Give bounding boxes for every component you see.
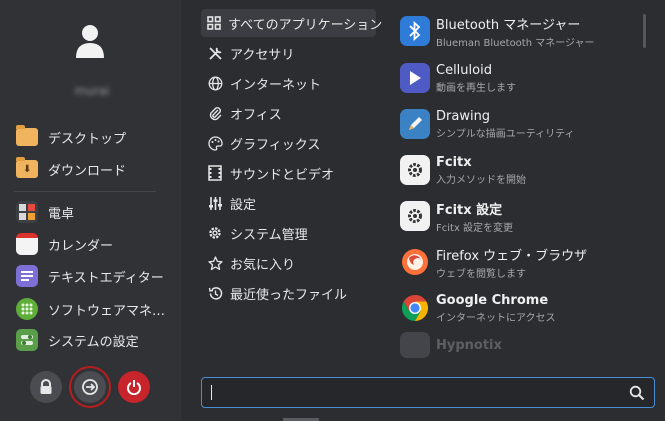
film-icon [207,165,223,181]
category-label: お気に入り [230,257,296,273]
download-folder-icon: ⬇ [16,157,38,178]
user-name: murai [74,84,110,98]
category-label: インターネット [230,77,322,93]
search-input[interactable] [216,385,629,400]
app-drawing[interactable]: Drawing シンプルな描画ユーティリティ [400,104,640,144]
app-bluetooth-manager[interactable]: Bluetooth マネージャー Blueman Bluetooth マネージャ… [400,11,640,51]
calendar-icon [16,233,38,255]
category-sound-video[interactable]: サウンドとビデオ [201,159,376,187]
app-name: Firefox ウェブ・ブラウザ [436,248,588,264]
app-description: シンプルな描画ユーティリティ [436,128,575,140]
calculator-icon [16,201,38,223]
user-avatar-icon [76,25,104,58]
star-icon [207,255,223,271]
search-box[interactable] [201,377,655,408]
app-hypnotix[interactable]: Hypnotix [400,332,640,358]
fcitx-icon [400,155,430,185]
divider [14,191,156,192]
drawing-icon [400,109,430,139]
bluetooth-icon [400,16,430,46]
app-description: インターネットにアクセス [436,312,556,324]
app-name: Celluloid [436,62,492,78]
app-name: Google Chrome [436,292,549,308]
app-name: Bluetooth マネージャー [436,17,581,33]
favorite-label: カレンダー [48,238,114,254]
sliders-icon [207,195,223,211]
app-description: Fcitx 設定を変更 [436,222,514,234]
fcitx-config-icon [400,201,430,231]
category-label: すべてのアプリケーション [228,17,383,33]
favorite-label: テキストエディター [48,270,164,286]
app-description: ウェブを閲覧します [436,268,526,280]
favorite-software-manager[interactable]: ソフトウェアマネ… [16,295,176,323]
favorite-label: 電卓 [48,206,75,222]
app-description: Blueman Bluetooth マネージャー [436,37,595,49]
place-downloads[interactable]: ⬇ ダウンロード [16,155,176,183]
software-manager-icon [16,298,38,320]
app-name: Fcitx [436,154,472,170]
logout-icon [82,379,98,395]
app-google-chrome[interactable]: Google Chrome インターネットにアクセス [400,288,640,328]
celluloid-icon [400,63,430,93]
power-icon [127,380,141,395]
favorite-label: ソフトウェアマネ… [48,303,166,319]
app-description: 動画を再生します [436,82,516,94]
chrome-icon [400,293,430,323]
category-label: 設定 [230,197,257,213]
category-all-applications[interactable]: すべてのアプリケーション [201,9,382,37]
text-caret [211,385,212,400]
category-accessories[interactable]: アクセサリ [201,39,376,67]
lock-screen-button[interactable] [30,371,62,403]
favorite-calendar[interactable]: カレンダー [16,230,176,258]
category-internet[interactable]: インターネット [201,69,376,97]
category-favorites[interactable]: お気に入り [201,249,376,277]
lock-icon [40,379,52,394]
firefox-icon [400,247,430,277]
category-label: オフィス [230,107,282,123]
place-label: ダウンロード [48,163,127,179]
place-label: デスクトップ [48,131,127,147]
tools-icon [207,45,223,61]
grid-icon [207,15,221,31]
category-graphics[interactable]: グラフィックス [201,129,376,157]
app-name: Hypnotix [436,337,502,353]
app-description: 入力メソッドを開始 [436,174,526,186]
place-desktop[interactable]: デスクトップ [16,123,176,151]
category-label: 最近使ったファイル [230,287,348,303]
paperclip-icon [207,105,223,121]
history-icon [207,285,223,301]
favorite-label: システムの設定 [48,334,139,350]
category-system-admin[interactable]: システム管理 [201,219,376,247]
hypnotix-icon [400,332,430,358]
left-panel: murai デスクトップ ⬇ ダウンロード 電卓 カレンダー テキストエディター… [0,0,181,421]
category-label: グラフィックス [230,137,321,153]
category-label: システム管理 [230,227,308,243]
gear-icon [207,225,223,241]
app-celluloid[interactable]: Celluloid 動画を再生します [400,58,640,98]
folder-icon [16,125,38,146]
category-label: サウンドとビデオ [230,167,335,183]
palette-icon [207,135,223,151]
app-fcitx-config[interactable]: Fcitx 設定 Fcitx 設定を変更 [400,196,640,236]
app-fcitx[interactable]: Fcitx 入力メソッドを開始 [400,150,640,190]
favorite-text-editor[interactable]: テキストエディター [16,262,176,290]
globe-icon [207,75,223,91]
category-label: アクセサリ [230,47,295,63]
system-settings-icon [16,329,38,351]
category-recent-files[interactable]: 最近使ったファイル [201,279,376,307]
favorite-calculator[interactable]: 電卓 [16,198,176,226]
app-name: Drawing [436,108,491,124]
search-icon[interactable] [629,385,645,401]
app-firefox[interactable]: Firefox ウェブ・ブラウザ ウェブを閲覧します [400,242,640,282]
category-office[interactable]: オフィス [201,99,376,127]
category-settings[interactable]: 設定 [201,189,376,217]
text-editor-icon [16,265,38,287]
favorite-system-settings[interactable]: システムの設定 [16,326,176,354]
app-name: Fcitx 設定 [436,202,503,218]
app-list-scrollbar[interactable] [643,14,646,48]
logout-button[interactable] [74,371,106,403]
power-button[interactable] [118,371,150,403]
